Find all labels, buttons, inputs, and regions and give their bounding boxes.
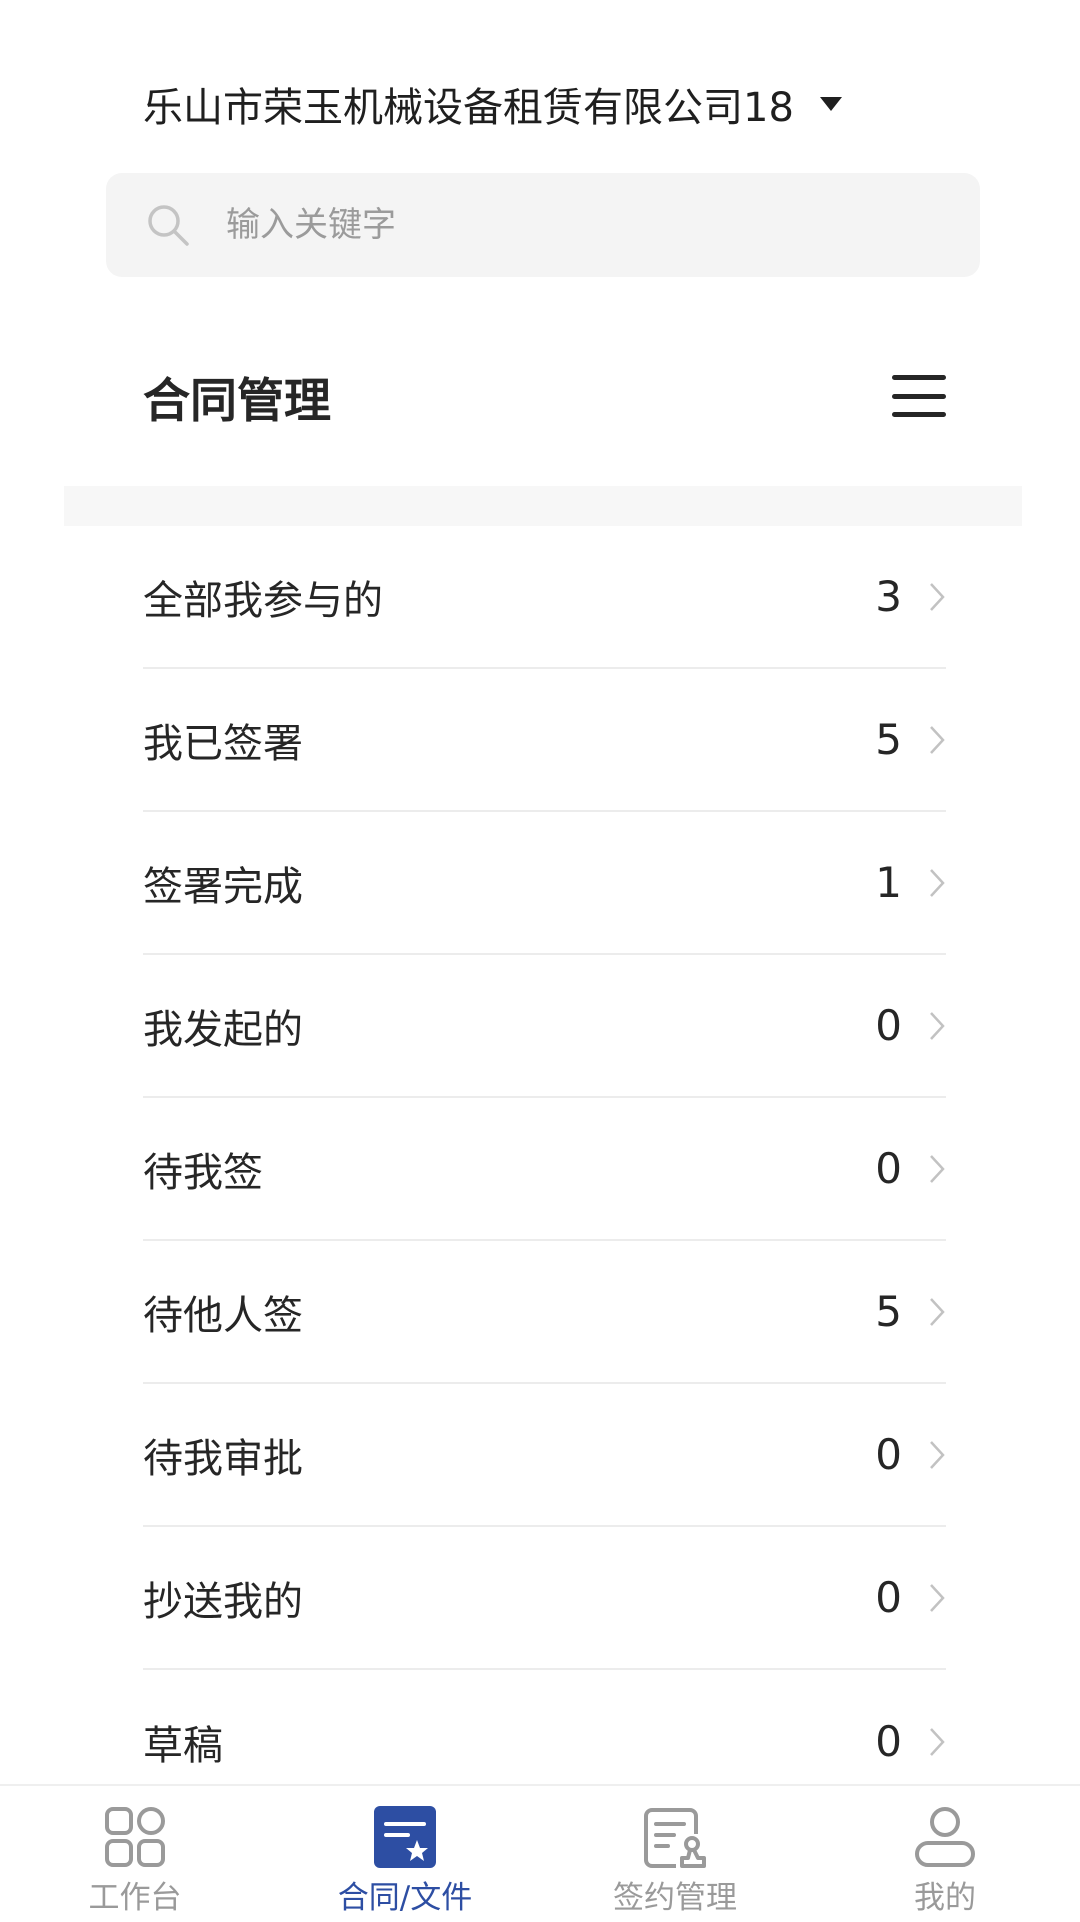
profile-icon <box>915 1807 975 1867</box>
list-item-count: 0 <box>875 1001 902 1050</box>
list-item-count: 0 <box>875 1717 902 1766</box>
tab-profile[interactable]: 我的 <box>810 1786 1080 1922</box>
search-icon <box>148 205 189 246</box>
caret-down-icon <box>819 97 842 111</box>
chevron-right-icon <box>930 1154 945 1183</box>
search-input[interactable] <box>224 194 928 256</box>
list-item-count: 5 <box>875 715 902 764</box>
list-item-initiated-by-me[interactable]: 我发起的 0 <box>143 955 946 1098</box>
list-item-label: 签署完成 <box>143 863 303 910</box>
list-item-label: 待我签 <box>143 1149 263 1196</box>
list-item-count: 0 <box>875 1144 902 1193</box>
list-item-pending-others-signature[interactable]: 待他人签 5 <box>143 1241 946 1384</box>
bottom-tab-bar: 工作台 合同/文件 签约管理 我的 <box>0 1784 1080 1922</box>
list-item-label: 待我审批 <box>143 1435 303 1482</box>
list-item-label: 抄送我的 <box>143 1578 303 1625</box>
contract-file-icon <box>374 1806 436 1868</box>
tab-label: 工作台 <box>88 1880 182 1916</box>
list-item-signed-by-me[interactable]: 我已签署 5 <box>143 669 946 812</box>
list-item-signing-completed[interactable]: 签署完成 1 <box>143 812 946 955</box>
list-item-label: 草稿 <box>143 1722 223 1769</box>
chevron-right-icon <box>930 868 945 897</box>
list-item-pending-my-signature[interactable]: 待我签 0 <box>143 1098 946 1241</box>
tab-workbench[interactable]: 工作台 <box>0 1786 270 1922</box>
list-item-count: 1 <box>875 858 902 907</box>
chevron-right-icon <box>930 582 945 611</box>
list-item-label: 待他人签 <box>143 1292 303 1339</box>
section-header: 合同管理 <box>143 358 946 434</box>
list-item-all-participated[interactable]: 全部我参与的 3 <box>143 526 946 669</box>
tab-signing-management[interactable]: 签约管理 <box>540 1786 810 1922</box>
grid-icon <box>105 1807 165 1867</box>
company-name: 乐山市荣玉机械设备租赁有限公司18 <box>143 85 794 131</box>
list-item-label: 全部我参与的 <box>143 577 383 624</box>
menu-icon[interactable] <box>892 375 946 417</box>
sign-manage-icon <box>644 1808 706 1868</box>
list-item-cc-to-me[interactable]: 抄送我的 0 <box>143 1527 946 1670</box>
tab-label: 我的 <box>914 1880 976 1916</box>
list-item-count: 3 <box>875 572 902 621</box>
section-divider <box>64 486 1022 526</box>
chevron-right-icon <box>930 725 945 754</box>
company-selector[interactable]: 乐山市荣玉机械设备租赁有限公司18 <box>143 72 842 136</box>
list-item-label: 我发起的 <box>143 1006 303 1053</box>
list-item-count: 0 <box>875 1573 902 1622</box>
chevron-right-icon <box>930 1011 945 1040</box>
list-item-label: 我已签署 <box>143 720 303 767</box>
chevron-right-icon <box>930 1297 945 1326</box>
tab-label: 签约管理 <box>613 1880 737 1916</box>
search-box[interactable] <box>106 173 980 277</box>
tab-contracts-files[interactable]: 合同/文件 <box>270 1786 540 1922</box>
chevron-right-icon <box>930 1727 945 1756</box>
list-item-count: 5 <box>875 1287 902 1336</box>
list-item-pending-my-approval[interactable]: 待我审批 0 <box>143 1384 946 1527</box>
tab-label: 合同/文件 <box>337 1880 473 1916</box>
list-item-count: 0 <box>875 1430 902 1479</box>
chevron-right-icon <box>930 1440 945 1469</box>
contract-filter-list: 全部我参与的 3 我已签署 5 签署完成 1 我发起的 0 待我签 0 待他人签… <box>143 526 946 1813</box>
chevron-right-icon <box>930 1583 945 1612</box>
page-title: 合同管理 <box>143 373 331 429</box>
